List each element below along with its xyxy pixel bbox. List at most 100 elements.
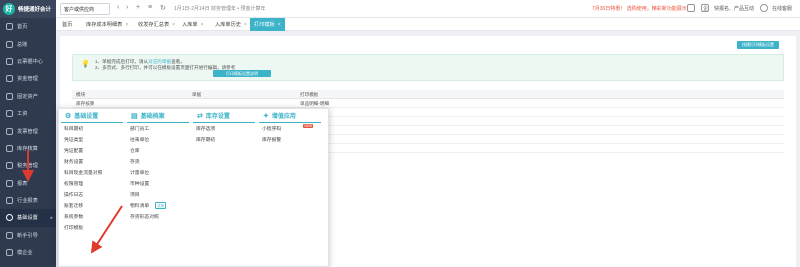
menu-item-account-migration[interactable]: 账套迁移 <box>61 200 123 211</box>
menu-column-inventory-settings: ⇄ 库存设置 库存选项 库存期初 <box>193 109 255 145</box>
chart-icon <box>6 197 13 205</box>
notice-box: 💡 1、单据完成后打印，请从对应的单据查看。 2、多页式、多行打印，并可以在模板… <box>72 54 784 81</box>
inventory-icon <box>6 144 13 152</box>
new-badge: NEW <box>303 123 314 128</box>
tab-inbound-order[interactable]: 入库单 × <box>178 18 208 31</box>
menu-column-value-added: ✦ 增值应用 小程序码 NEW 库存报警 <box>259 109 321 145</box>
menu-item-print-template[interactable]: 打印模板 <box>61 222 123 233</box>
ledger-icon <box>6 40 13 48</box>
menu-item-finance-settings[interactable]: 财务设置 <box>61 156 123 167</box>
menu-item-inventory-options[interactable]: 库存选项 <box>193 123 255 134</box>
trial-badge: 试用 <box>155 202 166 209</box>
sidebar-item-tax[interactable]: 税务管理 <box>0 157 56 174</box>
sidebar-item-fixed-assets[interactable]: 固定资产 <box>0 88 56 105</box>
bill-link[interactable]: 对应的单据 <box>148 59 171 64</box>
basic-settings-menu: ⚙ 基础设置 科目期初 凭证类型 凭证配置 财务设置 科目现金流量对照 权限管理 … <box>58 108 329 267</box>
table-header: 模块 单据 打印模板 <box>72 90 784 99</box>
menu-item-stock-form-mapping[interactable]: 存货形态对照 <box>127 211 189 222</box>
sidebar: 好 畅捷通好会计 首页 总账 云票据中心 资金管理 固定资产 工资 发票管理 库… <box>0 0 56 267</box>
refresh-icon[interactable]: ↻ <box>160 4 166 12</box>
menu-item-stock-alert[interactable]: 库存报警 <box>259 134 321 145</box>
notice-icon[interactable] <box>687 4 695 12</box>
column-header-bill: 单据 <box>192 92 202 97</box>
sidebar-item-enterprise[interactable]: 模企业 <box>0 244 56 261</box>
lightbulb-icon: 💡 <box>81 61 90 68</box>
logo[interactable]: 好 畅捷通好会计 <box>0 0 56 18</box>
menu-item-departments[interactable]: 部门员工 <box>127 123 189 134</box>
chevron-right-icon: ▸ <box>50 214 53 221</box>
menu-item-account-opening[interactable]: 科目期初 <box>61 123 123 134</box>
menu-item-permissions[interactable]: 权限管理 <box>61 178 123 189</box>
service-icon[interactable] <box>760 4 768 12</box>
top-bar: 客户或供应商 ‹ › + ≡ ↻ 1月1日-2月14日 财务管理年 • 预金计算… <box>56 0 800 18</box>
menu-item-projects[interactable]: 项目 <box>127 189 189 200</box>
sidebar-item-funds[interactable]: 资金管理 <box>0 70 56 87</box>
close-icon[interactable]: × <box>125 22 128 28</box>
menu-item-partners[interactable]: 往来单位 <box>127 134 189 145</box>
next-icon[interactable]: › <box>126 4 128 11</box>
tab-inventory-cost-detail[interactable]: 库存成本明细表 × <box>82 18 132 31</box>
menu-item-operation-log[interactable]: 操作日志 <box>61 189 123 200</box>
tab-home[interactable]: 首页 <box>58 18 76 31</box>
cloud-icon <box>6 57 13 65</box>
gear-icon <box>6 214 13 222</box>
template-settings-button[interactable]: 找模打印模板设置 <box>737 41 779 49</box>
menu-item-system-params[interactable]: 系统参数 <box>61 211 123 222</box>
column-header-module: 模块 <box>76 92 86 97</box>
enterprise-icon <box>6 249 13 257</box>
menu-item-cashflow-mapping[interactable]: 科目现金流量对照 <box>61 167 123 178</box>
promo-banner[interactable]: 7月30日特惠！ 选购使用，精彩新功能展示 <box>592 5 687 12</box>
sidebar-item-invoices[interactable]: 发票管理 <box>0 122 56 139</box>
menu-item-voucher-type[interactable]: 凭证类型 <box>61 134 123 145</box>
company-selector[interactable]: 客户或供应商 <box>60 3 110 15</box>
service-label[interactable]: 在线客服 <box>772 5 792 12</box>
sidebar-item-basic-settings[interactable]: 基础设置 ▸ <box>0 209 56 227</box>
records-icon: ▤ <box>131 112 138 120</box>
sidebar-item-cloud-bills[interactable]: 云票据中心 <box>0 53 56 70</box>
close-icon[interactable]: × <box>172 22 175 28</box>
company-badge[interactable]: 企 <box>701 4 709 12</box>
sidebar-item-industry-reports[interactable]: 行业报表 <box>0 192 56 209</box>
invoice-icon <box>6 127 13 135</box>
table-row[interactable]: 库存核算 单品明细-明细 <box>72 99 784 108</box>
column-header-template: 打印模板 <box>300 92 319 97</box>
guide-icon <box>6 231 13 239</box>
logo-text: 畅捷通好会计 <box>18 7 52 13</box>
sidebar-nav: 首页 总账 云票据中心 资金管理 固定资产 工资 发票管理 库存核算 税务管理 … <box>0 18 56 261</box>
tab-stock-summary[interactable]: 收发存汇总表 × <box>134 18 179 31</box>
menu-item-inventory-opening[interactable]: 库存期初 <box>193 134 255 145</box>
menu-icon[interactable]: ≡ <box>148 4 152 11</box>
building-icon <box>6 92 13 100</box>
menu-column-basic-records: ▤ 基础档案 部门员工 往来单位 仓库 存货 计量单位 币种设置 项目 物料清单试… <box>127 109 189 222</box>
menu-item-mini-program-code[interactable]: 小程序码 NEW <box>259 123 321 134</box>
sidebar-item-guide[interactable]: 新手引导 <box>0 227 56 244</box>
menu-item-warehouse[interactable]: 仓库 <box>127 145 189 156</box>
tab-inbound-history[interactable]: 入库单历史 × <box>211 18 251 31</box>
app-root: { "app": {"logo_text": "畅捷通好会计", "logo_m… <box>0 0 800 267</box>
gear-icon: ⚙ <box>65 112 72 120</box>
menu-column-title: ⇄ 库存设置 <box>193 109 255 123</box>
sidebar-item-home[interactable]: 首页 <box>0 18 56 35</box>
period-label: 1月1日-2月14日 财务管理年 • 预金计算年 <box>174 6 266 12</box>
wallet-icon <box>6 75 13 83</box>
tab-print-template[interactable]: 打印模板 × <box>250 18 285 31</box>
menu-item-units[interactable]: 计量单位 <box>127 167 189 178</box>
prev-icon[interactable]: ‹ <box>117 4 119 11</box>
menu-item-bom[interactable]: 物料清单 试用 <box>127 200 189 211</box>
close-icon[interactable]: × <box>201 22 204 28</box>
sidebar-item-ledger[interactable]: 总账 <box>0 35 56 52</box>
settings-guide-button[interactable]: 打印模板设置说明 <box>213 70 271 77</box>
menu-item-stock-items[interactable]: 存货 <box>127 156 189 167</box>
close-icon[interactable]: × <box>278 22 281 28</box>
add-icon[interactable]: + <box>136 4 140 11</box>
sidebar-item-inventory[interactable]: 库存核算 <box>0 140 56 157</box>
menu-item-voucher-config[interactable]: 凭证配置 <box>61 145 123 156</box>
menu-column-title: ✦ 增值应用 <box>259 109 321 123</box>
message-label[interactable]: 快报名、产品互动 <box>714 5 754 12</box>
menu-item-currency[interactable]: 币种设置 <box>127 178 189 189</box>
menu-column-basic-settings: ⚙ 基础设置 科目期初 凭证类型 凭证配置 财务设置 科目现金流量对照 权限管理 … <box>61 109 123 233</box>
close-icon[interactable]: × <box>244 22 247 28</box>
sidebar-item-salary[interactable]: 工资 <box>0 105 56 122</box>
report-icon <box>6 179 13 187</box>
sidebar-item-reports[interactable]: 报表 <box>0 175 56 192</box>
